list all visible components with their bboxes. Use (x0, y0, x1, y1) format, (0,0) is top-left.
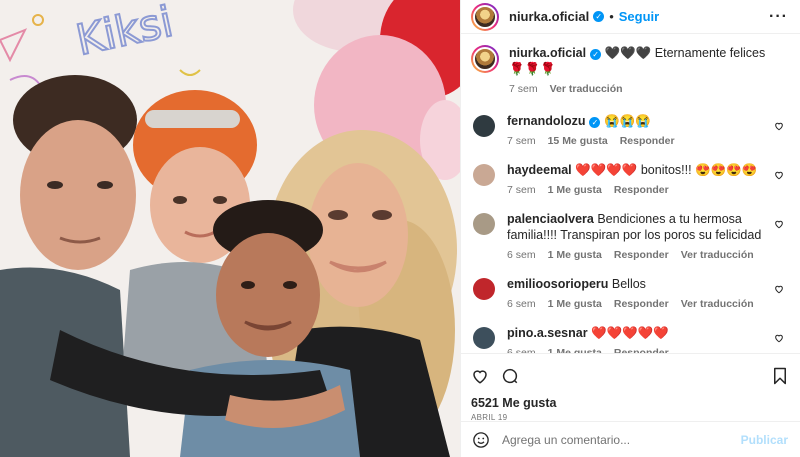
comment-like-heart-icon[interactable] (774, 170, 784, 180)
comment-text: ❤️❤️❤️❤️❤️ (591, 326, 669, 340)
comment-likes[interactable]: 15 Me gusta (548, 135, 608, 147)
verified-badge-icon: ✓ (593, 11, 605, 22)
comment-likes[interactable]: 1 Me gusta (548, 298, 602, 310)
comment-time[interactable]: 6 sem (507, 249, 536, 261)
translate-caption-link[interactable]: Ver traducción (550, 83, 623, 95)
reply-link[interactable]: Responder (614, 184, 669, 196)
commenter-avatar[interactable] (473, 278, 495, 300)
comment-username[interactable]: haydeemal (507, 163, 572, 177)
translate-link[interactable]: Ver traducción (681, 249, 754, 261)
commenter-avatar[interactable] (473, 115, 495, 137)
comment-likes[interactable]: 1 Me gusta (548, 249, 602, 261)
comment-input[interactable] (502, 432, 741, 447)
comment-username[interactable]: palenciaolvera (507, 212, 594, 226)
comment-time[interactable]: 7 sem (507, 184, 536, 196)
post-header: niurka.oficial ✓ • Seguir ··· (461, 0, 800, 34)
comment-item: fernandolozu ✓ 😭😭😭 7 sem 15 Me gusta Resp… (471, 113, 790, 147)
post-side-panel: niurka.oficial ✓ • Seguir ··· niurka.ofi… (460, 0, 800, 457)
comment-item: pino.a.sesnar ❤️❤️❤️❤️❤️ 6 sem 1 Me gust… (471, 325, 790, 353)
author-username[interactable]: niurka.oficial (509, 9, 589, 24)
comment-like-heart-icon[interactable] (774, 333, 784, 343)
publish-button[interactable]: Publicar (741, 433, 788, 447)
reply-link[interactable]: Responder (614, 298, 669, 310)
comment-time[interactable]: 6 sem (507, 298, 536, 310)
likes-count[interactable]: 6521 Me gusta (471, 396, 788, 410)
post-photo[interactable]: Kiksi (0, 0, 460, 457)
comment-item: haydeemal ❤️❤️❤️❤️ bonitos!!! 😍😍😍😍 7 sem… (471, 162, 790, 196)
comment-item: palenciaolvera Bendiciones a tu hermosa … (471, 211, 790, 261)
verified-badge-icon: ✓ (589, 117, 601, 128)
bookmark-icon[interactable] (772, 367, 788, 385)
verified-badge-icon: ✓ (590, 49, 602, 60)
caption-avatar[interactable] (471, 45, 499, 73)
comment-likes[interactable]: 1 Me gusta (548, 184, 602, 196)
follow-button[interactable]: Seguir (619, 9, 659, 24)
reply-link[interactable]: Responder (614, 249, 669, 261)
comment-text: 😭😭😭 (603, 114, 651, 128)
comment-item: emilioosorioperu Bellos 6 sem 1 Me gusta… (471, 276, 790, 310)
comments-list[interactable]: niurka.oficial ✓ 🖤🖤🖤 Eternamente felices🌹… (461, 35, 800, 353)
comment-time[interactable]: 7 sem (507, 135, 536, 147)
comment-like-heart-icon[interactable] (774, 284, 784, 294)
comment-text: ❤️❤️❤️❤️ bonitos!!! 😍😍😍😍 (575, 163, 758, 177)
comment-username[interactable]: pino.a.sesnar (507, 326, 588, 340)
smiley-icon[interactable] (472, 431, 490, 449)
action-bar: 6521 Me gusta ABRIL 19 (461, 353, 800, 422)
commenter-avatar[interactable] (473, 327, 495, 349)
separator-dot: • (609, 9, 614, 24)
reply-link[interactable]: Responder (620, 135, 675, 147)
translate-link[interactable]: Ver traducción (681, 298, 754, 310)
caption-username[interactable]: niurka.oficial (509, 46, 586, 60)
add-comment-bar: Publicar (461, 421, 800, 457)
commenter-avatar[interactable] (473, 213, 495, 235)
post-image: Kiksi (0, 0, 460, 457)
heart-icon[interactable] (471, 367, 489, 385)
commenter-avatar[interactable] (473, 164, 495, 186)
more-options-icon[interactable]: ··· (769, 8, 788, 26)
author-avatar[interactable] (471, 2, 499, 31)
comment-bubble-icon[interactable] (501, 367, 519, 385)
comment-username[interactable]: fernandolozu (507, 114, 585, 128)
comment-text: Bellos (611, 277, 646, 291)
caption: niurka.oficial ✓ 🖤🖤🖤 Eternamente felices🌹… (471, 45, 790, 95)
caption-time[interactable]: 7 sem (509, 83, 538, 95)
comment-like-heart-icon[interactable] (774, 219, 784, 229)
comment-username[interactable]: emilioosorioperu (507, 277, 608, 291)
comment-like-heart-icon[interactable] (774, 121, 784, 131)
